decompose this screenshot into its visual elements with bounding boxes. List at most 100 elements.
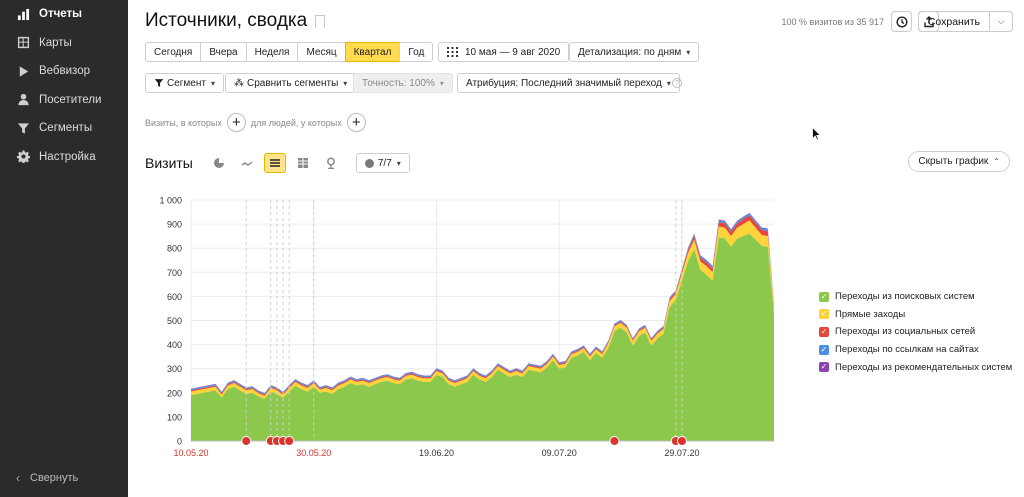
chevron-down-icon: ▾	[439, 78, 444, 88]
collapse-label: Свернуть	[30, 472, 79, 484]
add-people-condition-button[interactable]: +	[346, 113, 366, 132]
hide-chart-label: Скрыть график	[918, 156, 989, 167]
x-tick-label: 09.07.20	[542, 448, 577, 458]
sidebar-item-reports[interactable]: Отчеты	[0, 0, 128, 29]
checkbox-icon[interactable]: ✓	[819, 344, 829, 355]
chevron-up-icon: ⌃	[993, 157, 1000, 166]
chevron-left-icon: ‹	[16, 471, 20, 485]
plus-icon: +	[232, 114, 241, 131]
annotation-marker	[284, 436, 295, 446]
y-tick-label: 0	[177, 437, 182, 447]
clock-icon	[895, 15, 908, 28]
legend-item[interactable]: ✓ Прямые заходы	[819, 306, 1012, 324]
attribution-dropdown[interactable]: Атрибуция: Последний значимый переход ▾	[457, 73, 680, 93]
stacked-area-icon	[269, 159, 280, 167]
y-tick-label: 300	[167, 364, 182, 374]
y-tick-label: 700	[167, 268, 182, 278]
x-tick-label: 19.06.20	[419, 448, 454, 458]
detail-label: Детализация: по дням	[578, 46, 682, 58]
save-dropdown-button[interactable]: ⌵	[990, 12, 1012, 31]
legend-item[interactable]: ✓ Переходы из поисковых систем	[819, 288, 1012, 306]
checkbox-icon[interactable]: ✓	[819, 326, 829, 337]
period-today[interactable]: Сегодня	[145, 42, 202, 62]
legend-label: Переходы из рекомендательных систем	[835, 361, 1013, 373]
chevron-down-icon: ▾	[343, 78, 348, 88]
segment-label: Сегмент	[167, 77, 206, 89]
chevron-down-icon: ▾	[686, 47, 691, 57]
sidebar-item-visitors[interactable]: Посетители	[0, 86, 128, 115]
annotation-marker	[241, 436, 252, 446]
collapse-sidebar-button[interactable]: ‹ Свернуть	[16, 471, 78, 485]
line-chart-type-button[interactable]	[236, 153, 258, 173]
sidebar-item-settings[interactable]: Настройка	[0, 143, 128, 172]
legend-label: Переходы по ссылкам на сайтах	[835, 344, 979, 356]
period-selector: Сегодня Вчера Неделя Месяц Квартал Год	[145, 42, 434, 62]
annotation-marker	[609, 436, 620, 446]
period-week[interactable]: Неделя	[245, 42, 299, 62]
bar-chart-icon	[16, 7, 30, 21]
chart-title: Визиты	[145, 155, 193, 171]
pie-icon	[213, 158, 224, 168]
period-yesterday[interactable]: Вчера	[200, 42, 247, 62]
visits-chart: 0 100 200 300 400 500 600 700 800 900 1 000 10.05.2…	[159, 196, 774, 458]
series-selector[interactable]: 7/7 ▾	[355, 153, 410, 173]
attribution-label: Атрибуция: Последний значимый переход	[466, 77, 662, 89]
sidebar-item-segments[interactable]: Сегменты	[0, 114, 128, 143]
sidebar-item-webvisor[interactable]: Вебвизор	[0, 57, 128, 86]
page-title: Источники, сводка	[145, 10, 308, 31]
sidebar-item-label: Отчеты	[39, 8, 82, 21]
y-tick-label: 400	[167, 340, 182, 350]
y-tick-label: 1 000	[159, 196, 182, 206]
detail-dropdown[interactable]: Детализация: по дням ▾	[569, 42, 700, 62]
chevron-down-icon: ▾	[210, 78, 215, 88]
period-quarter[interactable]: Квартал	[344, 42, 401, 62]
save-button[interactable]: Сохранить	[919, 12, 990, 31]
checkbox-icon[interactable]: ✓	[819, 309, 829, 320]
gear-icon	[16, 150, 30, 164]
pie-chart-type-button[interactable]	[208, 153, 230, 173]
legend-item[interactable]: ✓ Переходы по ссылкам на сайтах	[819, 341, 1012, 359]
help-icon[interactable]: ?	[672, 78, 682, 88]
segment-dropdown[interactable]: Сегмент ▾	[145, 73, 224, 93]
y-tick-label: 500	[167, 316, 182, 326]
sidebar-item-label: Настройка	[39, 150, 96, 163]
accuracy-label: Точность: 100%	[362, 77, 435, 89]
sidebar: Отчеты Карты Вебвизор Посетители Сегмент…	[0, 0, 128, 497]
comment-icon	[364, 158, 374, 168]
save-group: Сохранить ⌵	[917, 11, 1013, 32]
add-visit-condition-button[interactable]: +	[226, 113, 246, 132]
accuracy-dropdown[interactable]: Точность: 100% ▾	[353, 73, 453, 93]
plus-icon: +	[351, 114, 361, 131]
checkbox-icon[interactable]: ✓	[819, 362, 829, 373]
chevron-down-icon: ⌵	[997, 16, 1005, 26]
bookmark-icon[interactable]	[315, 14, 326, 32]
play-icon	[16, 64, 30, 78]
hide-chart-button[interactable]: Скрыть график ⌃	[908, 151, 1010, 172]
legend-label: Переходы из поисковых систем	[835, 291, 975, 303]
x-tick-label: 10.05.20	[173, 448, 208, 458]
visits-info: 100 % визитов из 35 917	[781, 17, 884, 27]
history-button[interactable]	[891, 11, 912, 32]
legend-label: Переходы из социальных сетей	[835, 326, 976, 338]
map-chart-type-button[interactable]	[320, 153, 342, 173]
map-icon	[16, 36, 30, 50]
main-content: Источники, сводка 100 % визитов из 35 91…	[128, 0, 1024, 497]
legend-item[interactable]: ✓ Переходы из социальных сетей	[819, 323, 1012, 341]
sidebar-item-maps[interactable]: Карты	[0, 29, 128, 58]
checkbox-icon[interactable]: ✓	[819, 291, 829, 302]
column-chart-type-button[interactable]	[292, 153, 314, 173]
mouse-cursor-icon	[812, 127, 821, 141]
compare-segments-dropdown[interactable]: ⁂ Сравнить сегменты ▾	[225, 73, 357, 93]
period-year[interactable]: Год	[399, 42, 434, 62]
legend-label: Прямые заходы	[835, 308, 906, 320]
stacked-area-type-button[interactable]	[263, 153, 286, 173]
legend-item[interactable]: ✓ Переходы из рекомендательных систем	[819, 358, 1012, 376]
people-condition-label: для людей, у которых	[250, 117, 342, 128]
chevron-down-icon: ▾	[396, 158, 401, 168]
series-count: 7/7	[377, 157, 392, 169]
date-range-button[interactable]: 10 мая — 9 авг 2020	[438, 42, 570, 62]
y-tick-label: 200	[167, 388, 182, 398]
period-month[interactable]: Месяц	[297, 42, 346, 62]
sidebar-item-label: Сегменты	[39, 122, 93, 135]
y-tick-label: 800	[167, 244, 182, 254]
